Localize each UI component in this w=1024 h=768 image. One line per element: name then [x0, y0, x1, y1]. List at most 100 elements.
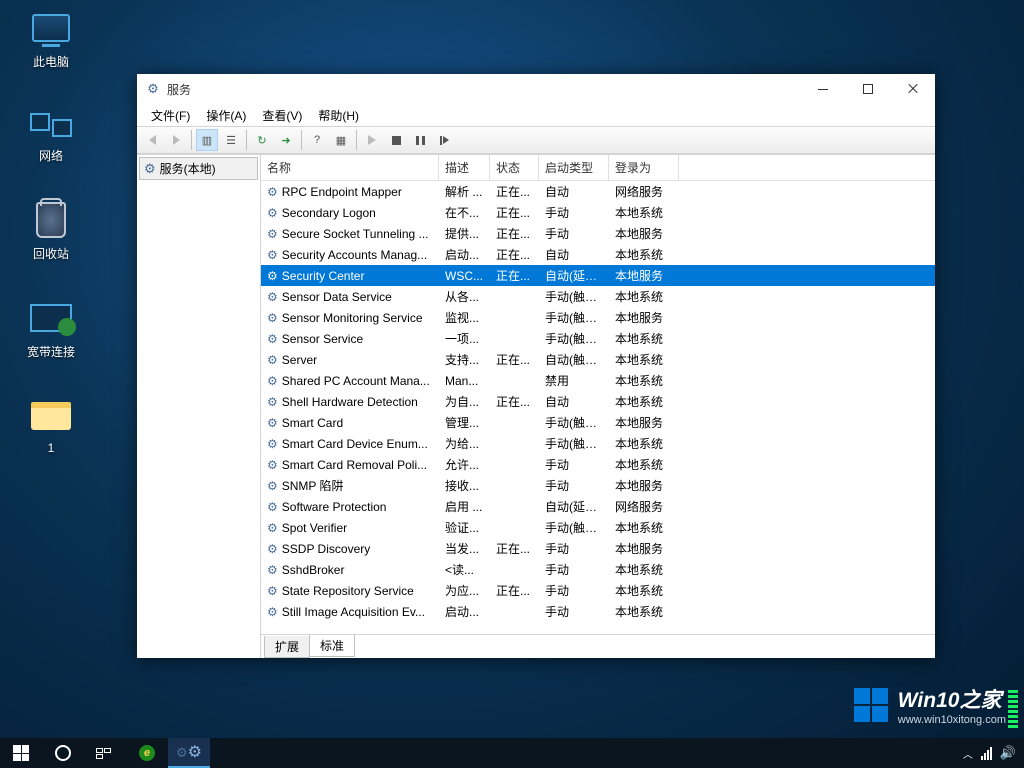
cell-name: Shared PC Account Mana... [282, 374, 430, 388]
cell-logon: 本地系统 [609, 371, 679, 390]
col-status[interactable]: 状态 [490, 155, 539, 180]
col-desc[interactable]: 描述 [439, 155, 490, 180]
gear-icon [267, 248, 278, 262]
desktop-icon-broadband[interactable]: 宽带连接 [14, 296, 88, 360]
menu-view[interactable]: 查看(V) [254, 105, 310, 126]
table-row[interactable]: State Repository Service为应...正在...手动本地系统 [261, 580, 935, 601]
table-row[interactable]: Secondary Logon在不...正在...手动本地系统 [261, 202, 935, 223]
gear-icon [267, 353, 278, 367]
table-row[interactable]: RPC Endpoint Mapper解析 ...正在...自动网络服务 [261, 181, 935, 202]
refresh-button[interactable]: ↻ [251, 129, 273, 151]
cell-desc: 管理... [439, 413, 490, 432]
taskbar-edge[interactable]: e [126, 738, 168, 768]
table-row[interactable]: Smart Card管理...手动(触发...本地服务 [261, 412, 935, 433]
sound-meter-icon [1008, 690, 1018, 728]
desktop-icon-network[interactable]: 网络 [14, 100, 88, 164]
desktop-icon-this-pc[interactable]: 此电脑 [14, 6, 88, 70]
cell-name: Security Center [282, 269, 365, 283]
col-name[interactable]: 名称 [261, 155, 439, 180]
cell-startup: 禁用 [539, 371, 609, 390]
minimize-button[interactable] [800, 74, 845, 104]
table-row[interactable]: Software Protection启用 ...自动(延迟...网络服务 [261, 496, 935, 517]
cell-status [490, 296, 539, 298]
table-row[interactable]: SNMP 陷阱接收...手动本地服务 [261, 475, 935, 496]
tree-node-services-local[interactable]: 服务(本地) [139, 157, 258, 180]
services-window: 服务 文件(F) 操作(A) 查看(V) 帮助(H) ▥ ☰ ↻ ➜ ? ▦ 服 [137, 74, 935, 658]
cell-startup: 手动(触发... [539, 434, 609, 453]
cell-name: Still Image Acquisition Ev... [282, 605, 425, 619]
titlebar[interactable]: 服务 [137, 74, 935, 104]
back-button[interactable] [141, 129, 163, 151]
table-row[interactable]: Server支持...正在...自动(触发...本地系统 [261, 349, 935, 370]
cell-logon: 本地系统 [609, 455, 679, 474]
table-row[interactable]: Smart Card Removal Poli...允许...手动本地系统 [261, 454, 935, 475]
menu-action[interactable]: 操作(A) [198, 105, 254, 126]
cell-logon: 本地服务 [609, 224, 679, 243]
window-title: 服务 [167, 81, 191, 98]
maximize-button[interactable] [845, 74, 890, 104]
folder-icon [29, 394, 73, 438]
desktop-icon-folder-1[interactable]: 1 [14, 394, 88, 455]
desktop-icon-recycle-bin[interactable]: 回收站 [14, 198, 88, 262]
menubar: 文件(F) 操作(A) 查看(V) 帮助(H) [137, 104, 935, 126]
table-row[interactable]: Secure Socket Tunneling ...提供...正在...手动本… [261, 223, 935, 244]
cell-desc: 验证... [439, 518, 490, 537]
table-row[interactable]: SshdBroker<读...手动本地系统 [261, 559, 935, 580]
cortana-button[interactable] [42, 738, 84, 768]
gear-icon [267, 605, 278, 619]
menu-help[interactable]: 帮助(H) [310, 105, 367, 126]
table-row[interactable]: Shell Hardware Detection为自...正在...自动本地系统 [261, 391, 935, 412]
table-row[interactable]: Spot Verifier验证...手动(触发...本地系统 [261, 517, 935, 538]
tab-standard[interactable]: 标准 [309, 635, 355, 657]
table-row[interactable]: Sensor Monitoring Service监视...手动(触发...本地… [261, 307, 935, 328]
cell-logon: 本地服务 [609, 308, 679, 327]
table-row[interactable]: Security Accounts Manag...启动...正在...自动本地… [261, 244, 935, 265]
services-table[interactable]: 名称 描述 状态 启动类型 登录为 RPC Endpoint Mapper解析 … [261, 155, 935, 634]
close-button[interactable] [890, 74, 935, 104]
table-header: 名称 描述 状态 启动类型 登录为 [261, 155, 935, 181]
tab-extended[interactable]: 扩展 [264, 636, 310, 658]
restart-service-button[interactable] [433, 129, 455, 151]
table-row[interactable]: Shared PC Account Mana...Man...禁用本地系统 [261, 370, 935, 391]
list-button[interactable]: ▦ [330, 129, 352, 151]
table-row[interactable]: Security CenterWSC...正在...自动(延迟...本地服务 [261, 265, 935, 286]
col-startup[interactable]: 启动类型 [539, 155, 609, 180]
properties-button[interactable]: ☰ [220, 129, 242, 151]
tree-node-label: 服务(本地) [160, 160, 216, 177]
cell-status [490, 527, 539, 529]
cell-name: Shell Hardware Detection [282, 395, 418, 409]
cell-desc: 支持... [439, 350, 490, 369]
taskbar-services[interactable]: ⚙ [168, 738, 210, 768]
show-tree-button[interactable]: ▥ [196, 129, 218, 151]
export-button[interactable]: ➜ [275, 129, 297, 151]
start-service-button[interactable] [361, 129, 383, 151]
table-row[interactable]: Smart Card Device Enum...为给...手动(触发...本地… [261, 433, 935, 454]
cell-startup: 自动(触发... [539, 350, 609, 369]
cell-name: Software Protection [282, 500, 387, 514]
cell-startup: 手动 [539, 539, 609, 558]
table-row[interactable]: Sensor Data Service从各...手动(触发...本地系统 [261, 286, 935, 307]
menu-file[interactable]: 文件(F) [143, 105, 198, 126]
cell-logon: 本地系统 [609, 203, 679, 222]
separator [191, 130, 192, 150]
forward-button[interactable] [165, 129, 187, 151]
table-row[interactable]: SSDP Discovery当发...正在...手动本地服务 [261, 538, 935, 559]
tray-network-icon[interactable] [977, 746, 996, 760]
pause-service-button[interactable] [409, 129, 431, 151]
tray-overflow-button[interactable]: ︿ [959, 746, 977, 761]
table-row[interactable]: Still Image Acquisition Ev...启动...手动本地系统 [261, 601, 935, 622]
gear-icon [145, 81, 161, 97]
start-button[interactable] [0, 738, 42, 768]
stop-service-button[interactable] [385, 129, 407, 151]
broadband-icon [29, 296, 73, 340]
cell-desc: <读... [439, 560, 490, 579]
table-row[interactable]: Sensor Service一项...手动(触发...本地系统 [261, 328, 935, 349]
col-logon[interactable]: 登录为 [609, 155, 679, 180]
tray-volume-icon[interactable]: 🔊 [996, 745, 1020, 761]
cell-desc: 当发... [439, 539, 490, 558]
gear-icon [267, 563, 278, 577]
cell-name: Sensor Data Service [282, 290, 392, 304]
gear-icon [267, 416, 278, 430]
task-view-button[interactable] [84, 738, 126, 768]
help-button[interactable]: ? [306, 129, 328, 151]
